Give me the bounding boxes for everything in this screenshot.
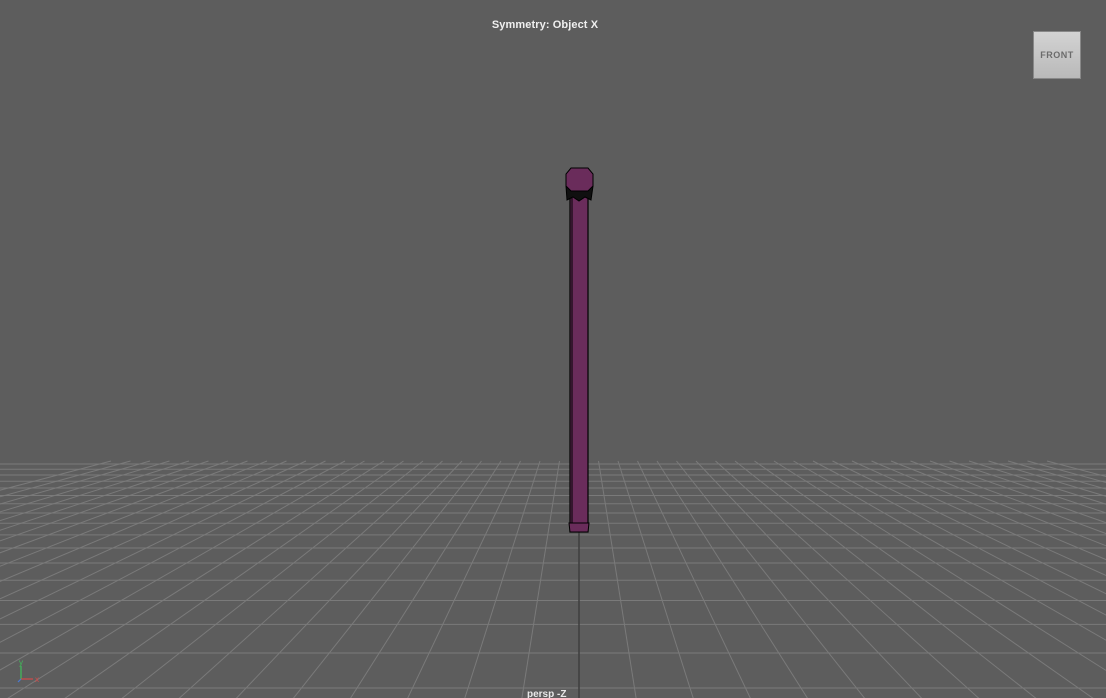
grid-column-line [617,460,694,698]
cylinder-object[interactable] [565,167,594,533]
grid-column-line [7,460,385,698]
grid-column-line [832,460,1106,595]
grid-column-line [598,460,637,698]
grid-column-line [235,460,463,698]
grid-column-line [851,460,1106,576]
cylinder-shaft [569,195,589,533]
grid-column-line [292,460,482,698]
ground-grid [0,460,1106,698]
grid-column-line [812,460,1106,616]
grid-column-line [64,460,404,698]
grid-column-line [754,460,1094,698]
axis-z-icon [17,678,22,683]
axis-x-label: x [35,675,39,684]
viewcube[interactable]: FRONT [1033,31,1081,79]
cylinder-bottom-cap [568,522,590,533]
axis-y-label: y [19,658,23,667]
grid-column-line [676,460,866,698]
grid-column-line [464,460,541,698]
grid-column-line [0,460,365,671]
grid-column-line [715,460,980,698]
scene-canvas[interactable] [0,0,1106,698]
grid-column-line [734,460,1037,698]
camera-name-label: persp -Z [527,689,567,698]
axis-gizmo: y x [17,658,39,684]
grid-column-line [121,460,424,698]
cylinder-top-cap [565,167,594,192]
grid-column-line [521,460,560,698]
grid-column-line [695,460,923,698]
maya-3d-viewport[interactable]: Symmetry: Object X FRONT y x persp -Z [0,0,1106,698]
grid-column-line [793,460,1106,641]
symmetry-status: Symmetry: Object X [491,19,599,31]
grid-column-line [637,460,751,698]
grid-column-line [407,460,521,698]
grid-column-line [178,460,443,698]
viewcube-face-label: FRONT [1040,50,1074,60]
